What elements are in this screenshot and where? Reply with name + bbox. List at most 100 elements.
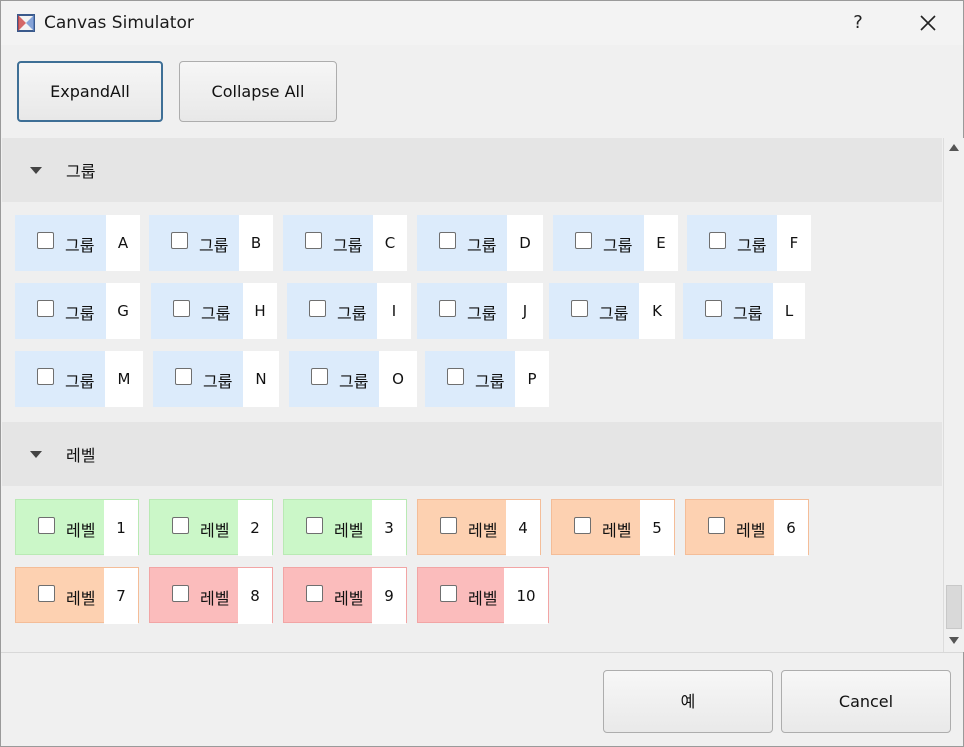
checkbox[interactable]	[305, 232, 322, 249]
checkbox[interactable]	[38, 585, 55, 602]
group-label: 그룹	[203, 372, 233, 391]
checkbox[interactable]	[175, 368, 192, 385]
group-tag: E	[644, 215, 678, 271]
cancel-button[interactable]: Cancel	[781, 670, 951, 733]
group-chip-o[interactable]: 그룹 O	[289, 351, 417, 407]
level-chip-9[interactable]: 레벨 9	[283, 567, 407, 624]
ok-button[interactable]: 예	[603, 670, 773, 733]
level-chip-4[interactable]: 레벨 4	[417, 499, 541, 556]
group-chip-h[interactable]: 그룹 H	[151, 283, 277, 339]
level-label: 레벨	[66, 589, 96, 608]
group-chip-e[interactable]: 그룹 E	[553, 215, 678, 271]
checkbox[interactable]	[571, 300, 588, 317]
checkbox[interactable]	[37, 300, 54, 317]
expand-all-button[interactable]: ExpandAll	[17, 61, 163, 122]
group-chip-m[interactable]: 그룹 M	[15, 351, 143, 407]
group-chip-k[interactable]: 그룹 K	[549, 283, 675, 339]
checkbox[interactable]	[709, 232, 726, 249]
group-chip-l[interactable]: 그룹 L	[683, 283, 805, 339]
group-tag: C	[373, 215, 407, 271]
group-tag: G	[106, 283, 140, 339]
group-label: 그룹	[333, 236, 363, 255]
levels-section-title: 레벨	[66, 446, 96, 465]
collapse-all-button[interactable]: Collapse All	[179, 61, 337, 122]
level-chip-5[interactable]: 레벨 5	[551, 499, 675, 556]
checkbox[interactable]	[172, 585, 189, 602]
group-chip-c[interactable]: 그룹 C	[283, 215, 407, 271]
checkbox[interactable]	[440, 517, 457, 534]
group-chip-b[interactable]: 그룹 B	[149, 215, 273, 271]
level-label: 레벨	[602, 521, 632, 540]
group-chip-i[interactable]: 그룹 I	[287, 283, 411, 339]
group-tag: M	[105, 351, 143, 407]
checkbox[interactable]	[171, 232, 188, 249]
group-tag: J	[507, 283, 543, 339]
checkbox[interactable]	[575, 232, 592, 249]
expand-arrow-icon	[30, 451, 42, 458]
checkbox[interactable]	[37, 368, 54, 385]
level-tag: 6	[774, 500, 808, 556]
group-tag: D	[507, 215, 543, 271]
level-chip-2[interactable]: 레벨 2	[149, 499, 273, 556]
scrollbar-thumb[interactable]	[946, 585, 962, 629]
groups-section-header[interactable]: 그룹	[2, 138, 942, 202]
group-tag: I	[377, 283, 411, 339]
title-bar: Canvas Simulator ?	[1, 1, 963, 45]
group-chip-f[interactable]: 그룹 F	[687, 215, 811, 271]
scroll-up-icon[interactable]	[949, 144, 959, 151]
level-chip-7[interactable]: 레벨 7	[15, 567, 139, 624]
checkbox[interactable]	[447, 368, 464, 385]
close-button[interactable]	[911, 9, 945, 37]
level-chip-1[interactable]: 레벨 1	[15, 499, 139, 556]
level-label: 레벨	[200, 521, 230, 540]
app-icon	[16, 13, 36, 33]
checkbox[interactable]	[172, 517, 189, 534]
levels-section-header[interactable]: 레벨	[2, 422, 942, 486]
group-chip-d[interactable]: 그룹 D	[417, 215, 543, 271]
checkbox[interactable]	[708, 517, 725, 534]
vertical-scrollbar[interactable]	[943, 138, 964, 652]
group-chip-n[interactable]: 그룹 N	[153, 351, 279, 407]
help-button[interactable]: ?	[841, 9, 875, 37]
group-chip-g[interactable]: 그룹 G	[15, 283, 140, 339]
checkbox[interactable]	[574, 517, 591, 534]
filter-scroll-area: 그룹 그룹 A 그룹 B 그룹 C 그룹 D 그룹 E 그룹 F 그룹 G 그룹 H 그룹 I 그룹 J 그룹 K 그룹 L 그…	[2, 138, 942, 652]
level-tag: 2	[238, 500, 272, 556]
level-chip-10[interactable]: 레벨 10	[417, 567, 549, 624]
level-chip-8[interactable]: 레벨 8	[149, 567, 273, 624]
footer-divider	[1, 652, 963, 653]
group-tag: B	[239, 215, 273, 271]
checkbox[interactable]	[439, 300, 456, 317]
group-chip-a[interactable]: 그룹 A	[15, 215, 140, 271]
checkbox[interactable]	[173, 300, 190, 317]
scroll-down-icon[interactable]	[949, 637, 959, 644]
checkbox[interactable]	[306, 585, 323, 602]
checkbox[interactable]	[306, 517, 323, 534]
checkbox[interactable]	[37, 232, 54, 249]
group-label: 그룹	[201, 304, 231, 323]
level-label: 레벨	[736, 521, 766, 540]
level-label: 레벨	[334, 521, 364, 540]
checkbox[interactable]	[439, 232, 456, 249]
group-tag: H	[243, 283, 277, 339]
checkbox[interactable]	[38, 517, 55, 534]
level-label: 레벨	[468, 589, 498, 608]
level-tag: 5	[640, 500, 674, 556]
checkbox[interactable]	[309, 300, 326, 317]
group-label: 그룹	[737, 236, 767, 255]
level-chip-6[interactable]: 레벨 6	[685, 499, 809, 556]
group-chip-p[interactable]: 그룹 P	[425, 351, 549, 407]
group-label: 그룹	[65, 236, 95, 255]
group-tag: N	[243, 351, 279, 407]
level-chip-3[interactable]: 레벨 3	[283, 499, 407, 556]
checkbox[interactable]	[311, 368, 328, 385]
group-label: 그룹	[337, 304, 367, 323]
group-chip-j[interactable]: 그룹 J	[417, 283, 543, 339]
group-label: 그룹	[599, 304, 629, 323]
checkbox[interactable]	[705, 300, 722, 317]
group-label: 그룹	[65, 304, 95, 323]
group-tag: L	[773, 283, 805, 339]
group-tag: F	[777, 215, 811, 271]
level-tag: 1	[104, 500, 138, 556]
checkbox[interactable]	[440, 585, 457, 602]
